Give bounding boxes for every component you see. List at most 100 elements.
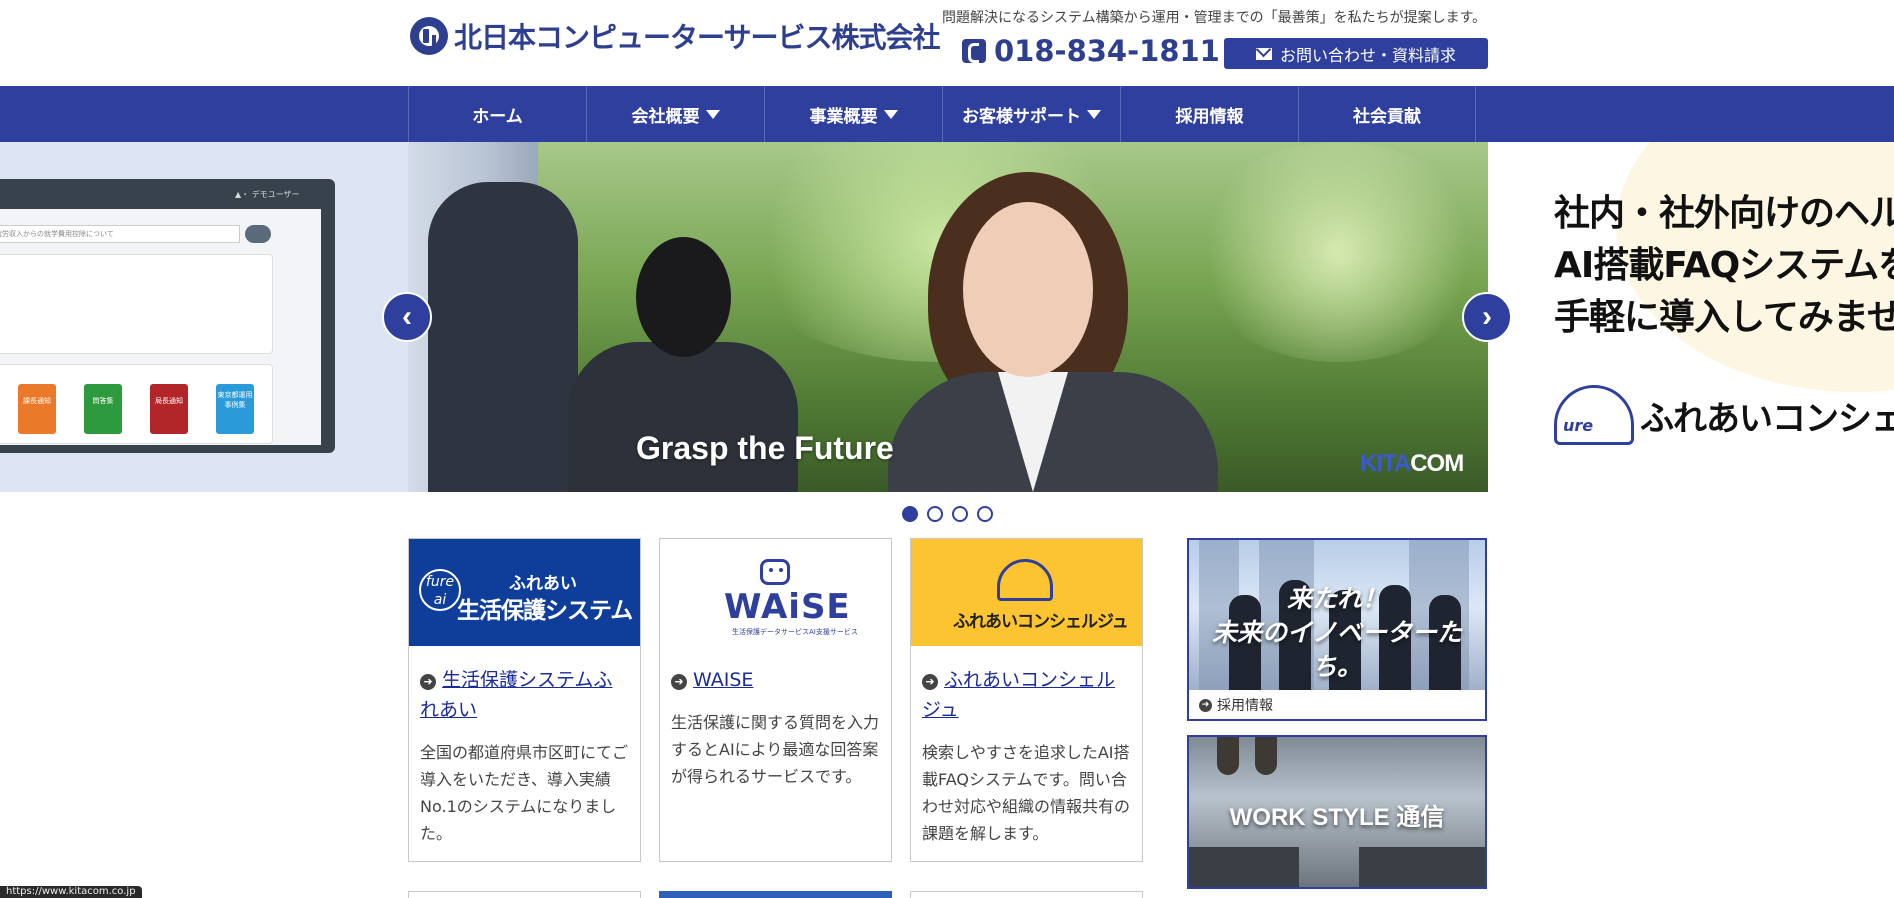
pendant-lamp-image <box>1255 737 1277 775</box>
card-link[interactable]: ➜ WAISE <box>671 665 876 695</box>
nav-item-label: 会社概要 <box>631 106 700 127</box>
card-image[interactable]: WAiSE 生活保護データサービスAI支援サービス <box>660 539 891 646</box>
nav-item-company[interactable]: 会社概要 <box>586 86 764 142</box>
card-description: 生活保護に関する質問を入力するとAIにより最適な回答案が得られるサービスです。 <box>671 713 880 786</box>
circle-arrow-icon: ➜ <box>1199 698 1212 712</box>
recruit-banner[interactable]: 来たれ！ 未来のイノベーターたち。 ➜ 採用情報 <box>1187 538 1487 721</box>
slider-next-button[interactable]: › <box>1462 292 1512 342</box>
slider-pagination <box>902 506 993 522</box>
main-nav: ホーム 会社概要 事業概要 お客様サポート 採用情報 社会貢献 <box>0 86 1894 142</box>
photo-woman-face <box>963 202 1093 377</box>
photo-person-head <box>636 237 731 357</box>
mock-search-icon <box>245 225 271 243</box>
concierge-mascot-icon <box>1554 385 1634 445</box>
workstyle-banner-text: WORK STYLE 通信 <box>1229 804 1445 831</box>
contact-button[interactable]: お問い合わせ・資料請求 <box>1224 38 1488 69</box>
slider-dot-1[interactable] <box>902 506 918 522</box>
circle-arrow-icon: ➜ <box>420 674 436 690</box>
concierge-logo: ふれあいコンシェ <box>1554 385 1894 445</box>
mock-book: 東京都運用事例集 <box>216 384 254 434</box>
company-logo-icon <box>410 17 448 55</box>
nav-item-business[interactable]: 事業概要 <box>764 86 942 142</box>
chevron-left-icon: ‹ <box>402 300 412 333</box>
mock-book: 課長通知 <box>18 384 56 434</box>
slide-prev-preview[interactable]: ▲・ デモユーザー 就労収入からの就学費用控除について 課長通知 問答集 局長通… <box>0 142 408 492</box>
logo-text: 北日本コンピューターサービス株式会社 <box>454 21 940 54</box>
slider-dot-4[interactable] <box>977 506 993 522</box>
card-description: 検索しやすさを追求したAI搭載FAQシステムです。問い合わせ対応や組織の情報共有… <box>922 743 1131 843</box>
product-card-partial[interactable] <box>659 891 892 898</box>
recruit-banner-image: 来たれ！ 未来のイノベーターたち。 <box>1189 540 1485 690</box>
nav-item-support[interactable]: お客様サポート <box>942 86 1120 142</box>
fureai-heart-icon: fure ai <box>419 569 461 611</box>
nav-item-csr[interactable]: 社会貢献 <box>1298 86 1476 142</box>
header-tagline: 問題解決になるシステム構築から運用・管理までの「最善策」を私たちが提案します。 <box>942 10 1487 26</box>
site-logo[interactable]: 北日本コンピューターサービス株式会社 <box>410 16 940 56</box>
browser-status-url: https://www.kitacom.co.jp <box>0 886 142 898</box>
recruit-banner-caption: ➜ 採用情報 <box>1199 695 1273 715</box>
phone-number[interactable]: 018-834-1811 <box>962 34 1220 68</box>
caret-down-icon <box>705 109 720 119</box>
app-mock-window: ▲・ デモユーザー 就労収入からの就学費用控除について 課長通知 問答集 局長通… <box>0 179 335 453</box>
photo-person <box>568 342 798 492</box>
slider-dot-2[interactable] <box>927 506 943 522</box>
site-header: 北日本コンピューターサービス株式会社 問題解決になるシステム構築から運用・管理ま… <box>0 0 1894 86</box>
nav-item-label: お客様サポート <box>962 106 1081 127</box>
slider-dot-3[interactable] <box>952 506 968 522</box>
circle-arrow-icon: ➜ <box>671 674 687 690</box>
mock-screen: 就労収入からの就学費用控除について 課長通知 問答集 局長通知 東京都運用事例集 <box>0 209 321 445</box>
card-image[interactable]: fure ai ふれあい 生活保護システム <box>409 539 640 646</box>
nav-items: ホーム 会社概要 事業概要 お客様サポート 採用情報 社会貢献 <box>408 86 1476 142</box>
waise-logo-subtitle: 生活保護データサービスAI支援サービス <box>732 628 858 636</box>
card-image-title: 生活保護システム <box>457 598 633 624</box>
nav-item-label: 採用情報 <box>1175 106 1244 127</box>
circle-arrow-icon: ➜ <box>922 674 938 690</box>
card-link[interactable]: ➜ ふれあいコンシェルジュ <box>922 665 1127 725</box>
mock-book: 局長通知 <box>150 384 188 434</box>
concierge-mascot-icon <box>997 559 1053 601</box>
card-link[interactable]: ➜ 生活保護システムふれあい <box>420 665 625 725</box>
nav-item-label: 社会貢献 <box>1353 106 1421 127</box>
slide-caption: Grasp the Future <box>636 430 894 466</box>
product-card-partial[interactable] <box>408 891 641 898</box>
envelope-icon <box>1255 47 1272 60</box>
slide-next-preview[interactable]: 社内・社外向けのヘル AI搭載FAQシステムを 手軽に導入してみませ ふれあいコ… <box>1488 142 1894 492</box>
waise-logo-text: WAiSE <box>724 587 851 627</box>
mock-panel <box>0 254 273 354</box>
robot-icon <box>760 559 790 585</box>
office-desk-image <box>1359 847 1485 887</box>
office-desk-image <box>1189 847 1299 887</box>
product-card-fureai: fure ai ふれあい 生活保護システム ➜ 生活保護システムふれあい 全国の都… <box>408 538 641 862</box>
card-description: 全国の都道府県市区町にてご導入をいただき、導入実績No.1のシステムになりました… <box>420 743 629 843</box>
background-bokeh <box>1188 142 1488 362</box>
hero-slider: ▲・ デモユーザー 就労収入からの就学費用控除について 課長通知 問答集 局長通… <box>0 142 1894 492</box>
product-card-partial[interactable] <box>910 891 1143 898</box>
product-card-concierge: ふれあいコンシェルジュ ➜ ふれあいコンシェルジュ 検索しやすさを追求したAI搭載… <box>910 538 1143 862</box>
recruit-banner-text: 来たれ！ 未来のイノベーターたち。 <box>1211 584 1462 681</box>
caret-down-icon <box>1087 109 1101 119</box>
card-image-title: ふれあいコンシェルジュ <box>953 612 1129 632</box>
nav-item-home[interactable]: ホーム <box>408 86 586 142</box>
workstyle-banner[interactable]: WORK STYLE 通信 <box>1187 735 1487 889</box>
slide-headline-line: 社内・社外向けのヘル <box>1554 193 1894 234</box>
slider-prev-button[interactable]: ‹ <box>382 292 432 342</box>
mock-search-field: 就労収入からの就学費用控除について <box>0 225 240 243</box>
kitacom-logo: KITACOM <box>1360 450 1464 477</box>
chevron-right-icon: › <box>1482 300 1492 333</box>
mock-user-label: ▲・ デモユーザー <box>235 190 300 199</box>
caret-down-icon <box>883 109 898 119</box>
slide-current[interactable]: Grasp the Future KITACOM <box>408 142 1488 492</box>
concierge-logo-text: ふれあいコンシェ <box>1640 398 1894 439</box>
photo-person <box>428 182 578 492</box>
nav-item-recruit[interactable]: 採用情報 <box>1120 86 1298 142</box>
mock-book: 問答集 <box>84 384 122 434</box>
nav-item-label: ホーム <box>472 106 523 127</box>
slide-headline-line: AI搭載FAQシステムを <box>1554 245 1894 286</box>
phone-icon <box>962 39 986 63</box>
nav-item-label: 事業概要 <box>809 106 878 127</box>
product-card-waise: WAiSE 生活保護データサービスAI支援サービス ➜ WAISE 生活保護に関す… <box>659 538 892 862</box>
contact-button-label: お問い合わせ・資料請求 <box>1279 45 1456 65</box>
phone-text: 018-834-1811 <box>994 34 1220 68</box>
pendant-lamp-image <box>1217 737 1239 775</box>
card-image[interactable]: ふれあいコンシェルジュ <box>911 539 1142 646</box>
